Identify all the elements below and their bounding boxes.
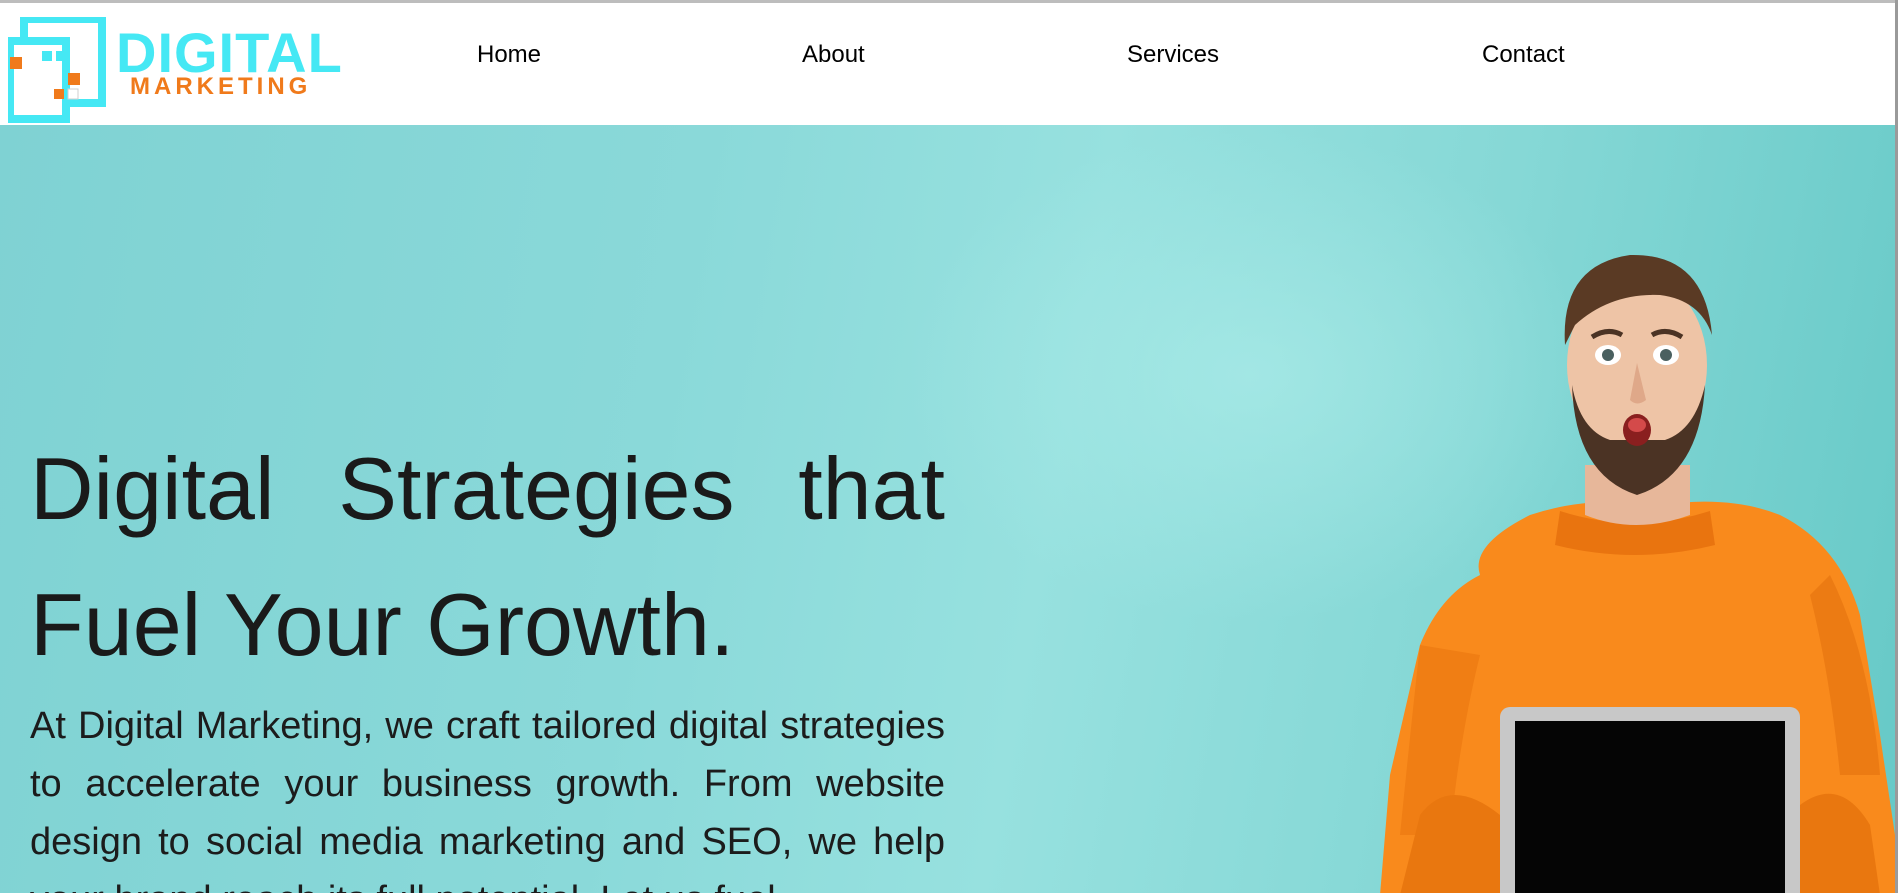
hero-section: Digital Strategies that Fuel Your Growth… — [0, 125, 1895, 893]
logo-wordmark-marketing: MARKETING — [130, 73, 312, 100]
hero-title: Digital Strategies that Fuel Your Growth… — [30, 439, 945, 674]
site-header: DIGITAL MARKETING Home About Services Co… — [0, 3, 1895, 125]
logo-icon — [8, 17, 106, 123]
nav-link-contact[interactable]: Contact — [1482, 41, 1565, 69]
hero-description: At Digital Marketing, we craft tailored … — [30, 705, 945, 893]
nav-link-about[interactable]: About — [802, 41, 865, 69]
man-holding-laptop-photo — [1380, 254, 1895, 893]
nav-link-services[interactable]: Services — [1127, 41, 1219, 69]
brand-logo[interactable]: DIGITAL MARKETING — [8, 17, 342, 123]
nav-link-home[interactable]: Home — [477, 41, 541, 69]
